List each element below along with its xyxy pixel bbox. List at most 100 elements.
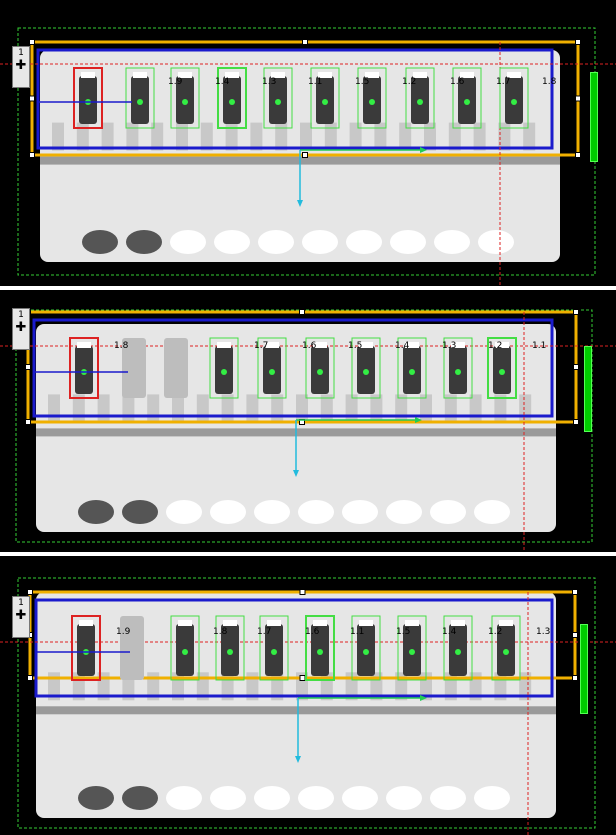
tray-hole xyxy=(386,500,422,524)
vial-item xyxy=(120,616,144,680)
vial-cap xyxy=(313,620,327,626)
tray-slot xyxy=(469,394,482,423)
tray-hole xyxy=(170,230,206,254)
position-label: 1.7 xyxy=(496,77,510,87)
vial-cap xyxy=(499,620,513,626)
tray-slot xyxy=(473,122,486,151)
resize-handle xyxy=(573,364,579,370)
vial-cap xyxy=(359,620,373,626)
position-label: 1.4 xyxy=(395,341,410,351)
view-3-canvas: 1.9 1.8 1.7 1.6 1.1 1.5 1.4 1.2 1.3 xyxy=(0,577,616,835)
resize-handle xyxy=(575,95,581,102)
tray-slot xyxy=(126,122,139,151)
resize-handle xyxy=(27,589,33,595)
detection-point xyxy=(409,649,415,655)
tray-slot xyxy=(519,394,532,423)
tray-slot xyxy=(221,394,234,423)
position-label: 1.7 xyxy=(254,341,268,351)
detection-point xyxy=(275,99,281,105)
detection-point xyxy=(221,369,227,375)
tray-hole xyxy=(346,230,382,254)
tray-hole xyxy=(430,500,466,524)
position-label: 1.5 xyxy=(396,627,410,637)
detection-point xyxy=(409,369,415,375)
resize-handle xyxy=(29,152,35,158)
result-bar xyxy=(584,346,592,432)
resize-handle xyxy=(299,675,306,681)
detection-point xyxy=(317,369,323,375)
resize-handle xyxy=(302,39,308,45)
detection-point xyxy=(229,99,235,105)
vial-cap xyxy=(81,72,95,78)
resize-handle xyxy=(572,632,578,638)
position-label: 1.4 xyxy=(442,627,457,637)
tray-slot xyxy=(76,122,89,151)
tool-selector-3[interactable]: 1 ✚ xyxy=(12,596,30,638)
position-label: 1.8 xyxy=(114,341,129,351)
tray-hole xyxy=(386,786,422,810)
tray-slot xyxy=(48,394,60,423)
tray-slot xyxy=(101,122,114,151)
resize-handle xyxy=(299,589,306,595)
inspection-view-2: 1.8 1.7 1.6 1.5 1.4 1.3 1.2 1.1 1 ✚ xyxy=(0,290,616,552)
tray-slot xyxy=(122,394,135,423)
tool-selector-1[interactable]: 1 ✚ xyxy=(12,46,30,88)
tray-hole xyxy=(210,786,246,810)
position-label: 1.8 xyxy=(542,77,557,87)
position-label: 1.3 xyxy=(536,627,550,637)
tray-hole xyxy=(210,500,246,524)
vial-cap xyxy=(77,342,91,348)
position-label: 1.3 xyxy=(442,341,456,351)
tray-slot xyxy=(345,394,358,423)
vial-cap xyxy=(267,620,281,626)
vial-cap xyxy=(79,620,93,626)
tray-hole xyxy=(78,786,114,810)
resize-handle xyxy=(25,419,31,425)
inspection-view-1: 1.9 1.4 1.3 1.1 1.5 1.2 1.6 1.7 1.8 1 ✚ xyxy=(0,0,616,286)
tray-hole xyxy=(258,230,294,254)
tray-slot xyxy=(349,122,362,151)
resize-handle xyxy=(29,39,35,45)
position-label: 1.5 xyxy=(348,341,362,351)
tray-hole xyxy=(298,500,334,524)
tray-slot xyxy=(320,394,333,423)
view-2-canvas: 1.8 1.7 1.6 1.5 1.4 1.3 1.2 1.1 xyxy=(0,309,616,552)
detection-point xyxy=(137,99,143,105)
tray-slot xyxy=(196,394,209,423)
tray-hole xyxy=(122,500,158,524)
detection-point xyxy=(322,99,328,105)
tray-hole xyxy=(430,786,466,810)
tray-body xyxy=(36,592,556,818)
tray-hole xyxy=(478,230,514,254)
tray-slot xyxy=(275,122,288,151)
resize-handle xyxy=(572,589,578,595)
tray-hole xyxy=(166,786,202,810)
tray-slot xyxy=(200,122,213,151)
tray-hole xyxy=(254,500,290,524)
detection-point xyxy=(503,649,509,655)
tray-slot xyxy=(444,394,457,423)
position-label: 1.1 xyxy=(532,341,546,351)
tray-hole xyxy=(214,230,250,254)
tray-slot xyxy=(399,122,412,151)
tray-slot xyxy=(296,394,308,423)
detection-point xyxy=(227,649,233,655)
tray-hole xyxy=(82,230,118,254)
tray-hole xyxy=(434,230,470,254)
tray-slot xyxy=(395,394,408,423)
position-label: 1.2 xyxy=(402,77,416,87)
move-icon: ✚ xyxy=(15,58,27,73)
position-label: 1.4 xyxy=(215,77,230,87)
tray-hole xyxy=(390,230,426,254)
tray-slot xyxy=(250,122,263,151)
tray-hole xyxy=(298,786,334,810)
resize-handle xyxy=(572,675,578,681)
tray-slot xyxy=(52,122,64,151)
move-icon: ✚ xyxy=(15,320,27,335)
resize-handle xyxy=(25,364,31,370)
resize-handle xyxy=(575,39,581,45)
position-label: 1.8 xyxy=(213,627,228,637)
position-label: 1.6 xyxy=(302,341,317,351)
tool-selector-2[interactable]: 1 ✚ xyxy=(12,308,30,350)
result-bar xyxy=(590,72,598,162)
